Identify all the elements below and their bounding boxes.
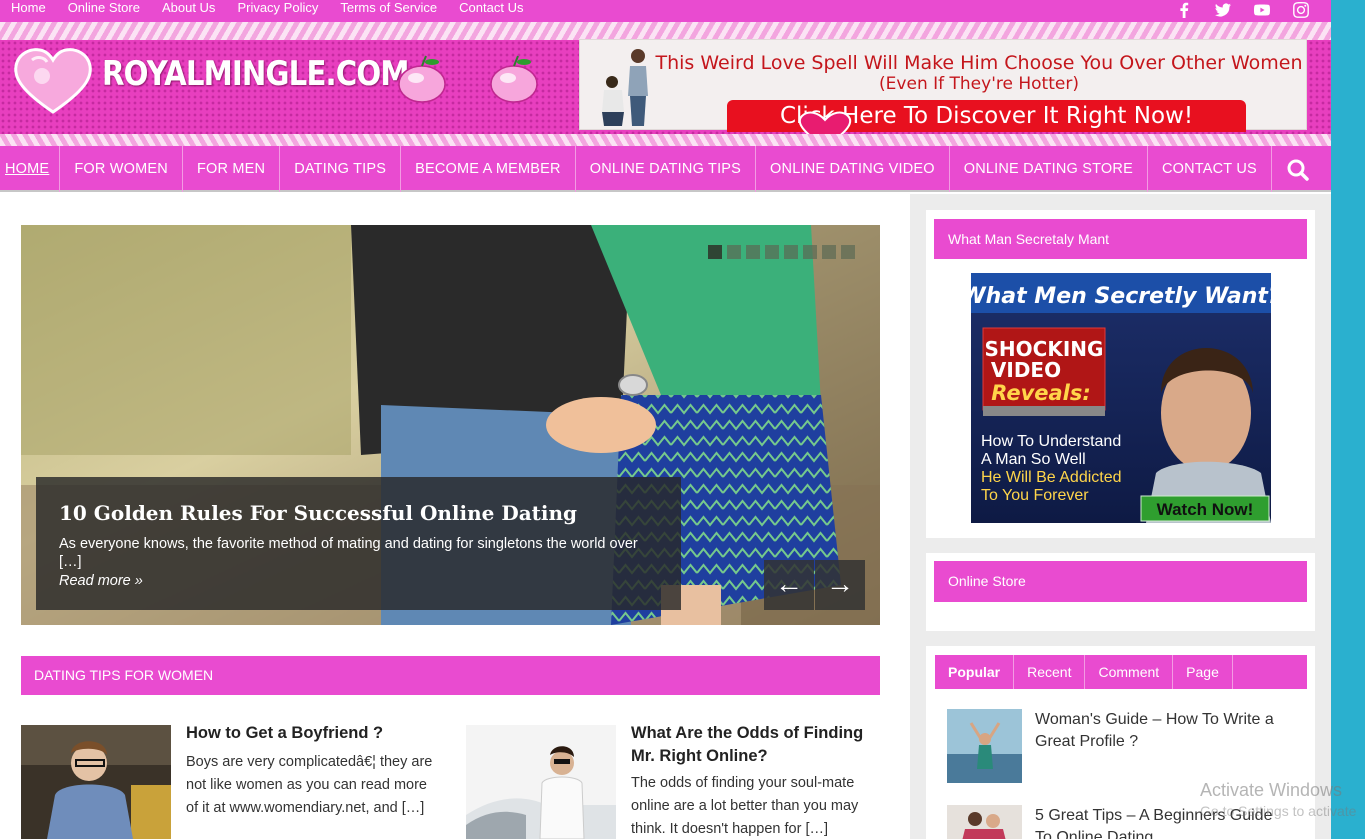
slider-next-button[interactable]: → — [815, 560, 865, 610]
site-logo-text[interactable]: ROYALMINGLE.COM — [102, 54, 410, 94]
nav-home[interactable]: HOME — [0, 146, 61, 192]
slider-excerpt: As everyone knows, the favorite method o… — [59, 536, 638, 570]
tab-popular[interactable]: Popular — [935, 655, 1015, 689]
facebook-icon[interactable] — [1176, 2, 1196, 19]
activate-windows-subtext: Go to Settings to activate — [1200, 803, 1357, 819]
twitter-icon[interactable] — [1215, 2, 1235, 18]
apple-decoration-icon — [398, 55, 446, 103]
watch-now-button[interactable]: Watch Now! — [1157, 500, 1254, 519]
website: Home Online Store About Us Privacy Polic… — [0, 0, 1331, 839]
slider-dots — [708, 245, 855, 259]
popular-post-title[interactable]: Woman's Guide – How To Write a Great Pro… — [1035, 709, 1290, 783]
post-card: How to Get a Boyfriend ? Boys are very c… — [186, 722, 441, 820]
nav-contact-us[interactable]: CONTACT US — [1148, 146, 1272, 192]
slider-caption: 10 Golden Rules For Successful Online Da… — [36, 477, 681, 610]
post-title[interactable]: What Are the Odds of Finding Mr. Right O… — [631, 722, 876, 768]
nav-online-dating-tips[interactable]: ONLINE DATING TIPS — [576, 146, 757, 192]
top-link-terms-of-service[interactable]: Terms of Service — [340, 0, 437, 22]
section-title: DATING TIPS FOR WOMEN — [21, 656, 880, 695]
header-lace-bottom — [0, 134, 1331, 146]
header-lace-top — [0, 22, 1331, 40]
post-thumbnail[interactable] — [466, 725, 616, 839]
ad-text-line4: To You Forever — [981, 487, 1089, 504]
post-title[interactable]: How to Get a Boyfriend ? — [186, 722, 441, 745]
nav-dating-tips[interactable]: DATING TIPS — [280, 146, 402, 192]
sidebar-tabs: Popular Recent Comment Page — [935, 655, 1307, 689]
sidebar-ad-image[interactable]: What Men Secretly Want? SHOCKING VIDEO R… — [971, 273, 1271, 523]
top-link-privacy-policy[interactable]: Privacy Policy — [237, 0, 318, 22]
social-links — [1176, 2, 1313, 19]
nav-become-a-member[interactable]: BECOME A MEMBER — [401, 146, 576, 192]
top-link-about-us[interactable]: About Us — [162, 0, 215, 22]
ad-text-line3: He Will Be Addicted — [981, 469, 1122, 486]
heart-logo-icon[interactable] — [12, 46, 94, 114]
ad-text-line2: A Man So Well — [981, 451, 1086, 468]
site-header: ROYALMINGLE.COM This Weird Love Spell Wi… — [0, 22, 1331, 146]
top-link-contact-us[interactable]: Contact Us — [459, 0, 523, 22]
slider-dot[interactable] — [822, 245, 836, 259]
tab-recent[interactable]: Recent — [1014, 655, 1086, 689]
ad-subheadline: (Even If They're Hotter) — [879, 74, 1079, 94]
slider-dot[interactable] — [841, 245, 855, 259]
widget-title: Online Store — [934, 561, 1307, 602]
browser-edge-strip — [1331, 0, 1365, 839]
ad-headline: This Weird Love Spell Will Make Him Choo… — [655, 52, 1303, 74]
nav-for-men[interactable]: FOR MEN — [183, 146, 281, 192]
popular-post-item: Woman's Guide – How To Write a Great Pro… — [947, 709, 1290, 783]
tab-comment[interactable]: Comment — [1085, 655, 1174, 689]
featured-slider[interactable]: 10 Golden Rules For Successful Online Da… — [21, 225, 880, 625]
ad-badge-line2: VIDEO — [991, 358, 1061, 382]
ad-headline-text: What Men Secretly Want? — [971, 284, 1271, 309]
ad-text-line1: How To Understand — [981, 433, 1121, 450]
popular-post-thumbnail[interactable] — [947, 709, 1022, 783]
slider-dot[interactable] — [784, 245, 798, 259]
post-excerpt: Boys are very complicatedâ€¦ they are no… — [186, 754, 433, 816]
header-ad-banner[interactable]: This Weird Love Spell Will Make Him Choo… — [579, 39, 1307, 132]
nav-online-dating-store[interactable]: ONLINE DATING STORE — [950, 146, 1148, 192]
main-nav: HOME FOR WOMEN FOR MEN DATING TIPS BECOM… — [0, 146, 1331, 192]
slider-dot[interactable] — [746, 245, 760, 259]
nav-online-dating-video[interactable]: ONLINE DATING VIDEO — [756, 146, 950, 192]
slider-dot[interactable] — [708, 245, 722, 259]
post-excerpt: The odds of finding your soul-mate onlin… — [631, 775, 859, 837]
slider-title[interactable]: 10 Golden Rules For Successful Online Da… — [59, 501, 577, 525]
tab-page[interactable]: Page — [1173, 655, 1233, 689]
ad-badge-line3: Reveals: — [991, 381, 1091, 405]
search-icon[interactable] — [1287, 159, 1309, 181]
top-link-online-store[interactable]: Online Store — [68, 0, 140, 22]
slider-dot[interactable] — [803, 245, 817, 259]
popular-post-thumbnail[interactable] — [947, 805, 1022, 839]
slider-prev-button[interactable]: ← — [764, 560, 814, 610]
slider-dot[interactable] — [727, 245, 741, 259]
top-links: Home Online Store About Us Privacy Polic… — [0, 0, 534, 22]
instagram-icon[interactable] — [1293, 2, 1313, 18]
widget-title: What Man Secretaly Mant — [934, 219, 1307, 259]
nav-for-women[interactable]: FOR WOMEN — [60, 146, 183, 192]
post-card: What Are the Odds of Finding Mr. Right O… — [631, 722, 876, 839]
youtube-icon[interactable] — [1254, 2, 1274, 18]
top-bar: Home Online Store About Us Privacy Polic… — [0, 0, 1331, 22]
post-thumbnail[interactable] — [21, 725, 171, 839]
apple-decoration-icon — [490, 55, 538, 103]
activate-windows-watermark: Activate Windows — [1200, 780, 1343, 800]
slider-dot[interactable] — [765, 245, 779, 259]
top-link-home[interactable]: Home — [11, 0, 46, 22]
read-more-link[interactable]: Read more » — [59, 573, 143, 589]
